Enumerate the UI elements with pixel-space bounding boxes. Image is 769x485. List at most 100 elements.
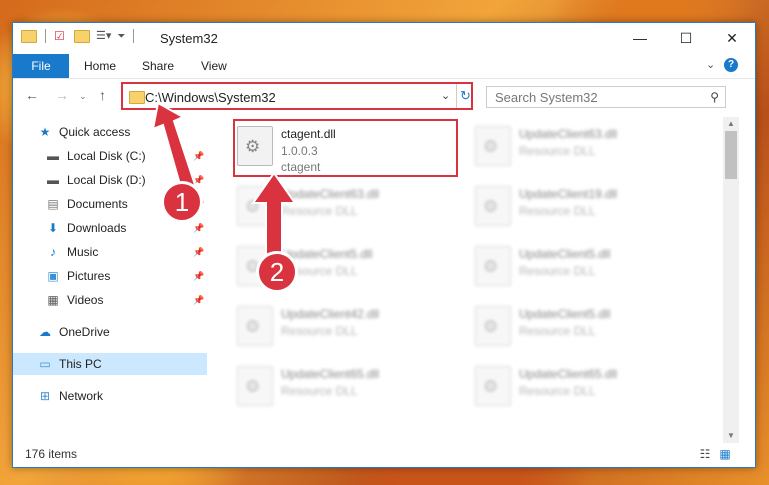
file-highlight-box (233, 119, 458, 177)
cloud-icon: ☁ (39, 325, 51, 339)
file-item[interactable]: UpdateClient5.dll Resource DLL (471, 241, 691, 293)
refresh-icon[interactable]: ↻ (456, 84, 474, 108)
ribbon-tabs: File Home Share View ⌄ ? (13, 54, 755, 79)
properties-icon[interactable]: ☑ (54, 29, 68, 43)
minimize-button[interactable]: — (617, 23, 663, 53)
window-title: System32 (160, 31, 218, 46)
sidebar-item-onedrive[interactable]: ☁ OneDrive (13, 321, 207, 343)
drive-icon: ▬ (47, 149, 59, 163)
file-item[interactable]: UpdateClient19.dll Resource DLL (471, 181, 691, 233)
back-button[interactable]: ← (25, 87, 39, 103)
file-item[interactable]: UpdateClient65.dll Resource DLL (471, 361, 691, 413)
search-input[interactable]: Search System32 ⚲ (486, 86, 726, 108)
download-icon: ⬇ (47, 221, 59, 235)
music-icon: ♪ (50, 245, 56, 259)
sidebar-item-this-pc[interactable]: ▭ This PC (13, 353, 207, 375)
sidebar-item-label: Downloads (67, 221, 127, 235)
pin-icon: 📌 (193, 294, 205, 305)
scroll-down-icon[interactable]: ▼ (723, 429, 739, 443)
file-description: Resource DLL (519, 384, 596, 398)
chevron-down-icon[interactable]: ⏷ (117, 31, 125, 42)
scroll-up-icon[interactable]: ▲ (723, 117, 739, 131)
new-folder-icon[interactable] (74, 29, 90, 43)
sidebar-item-label: Local Disk (C:) (67, 149, 146, 163)
computer-icon: ▭ (39, 357, 51, 371)
navigation-bar: ← → ⌄ ↑ C:\Windows\System32 ⌄ ↻ Search S… (13, 79, 755, 113)
callout-badge-1: 1 (161, 181, 203, 223)
documents-icon: ▤ (47, 197, 59, 211)
sidebar-item-label: Documents (67, 197, 128, 211)
chevron-down-icon[interactable]: ⌄ (441, 89, 450, 102)
videos-icon: ▦ (47, 293, 59, 307)
sidebar-item-network[interactable]: ⊞ Network (13, 385, 207, 407)
sidebar-item-label: Local Disk (D:) (67, 173, 146, 187)
file-name: UpdateClient19.dll (519, 187, 618, 201)
dll-file-icon (475, 306, 511, 346)
tab-share[interactable]: Share (142, 59, 174, 73)
dll-file-icon (475, 246, 511, 286)
scroll-thumb[interactable] (725, 131, 737, 179)
folder-icon (21, 29, 37, 43)
expand-ribbon-icon[interactable]: ⌄ (706, 58, 715, 71)
arrow-shape (251, 173, 297, 264)
file-name: UpdateClient63.dll (519, 127, 618, 141)
search-icon[interactable]: ⚲ (710, 90, 719, 104)
divider (45, 29, 46, 43)
pictures-icon: ▣ (47, 269, 59, 283)
sidebar-item-label: OneDrive (59, 325, 110, 339)
tiles-view-icon[interactable]: ▦ (717, 447, 733, 461)
tab-home[interactable]: Home (84, 59, 116, 73)
sidebar-item-label: Network (59, 389, 104, 403)
file-name: UpdateClient65.dll (281, 367, 380, 381)
maximize-button[interactable]: ☐ (663, 23, 709, 53)
file-name: UpdateClient65.dll (519, 367, 618, 381)
vertical-scrollbar[interactable]: ▲ ▼ (723, 117, 739, 443)
sidebar-item-label: Quick access (59, 125, 131, 139)
customize-toolbar-icon[interactable]: ☰▾ (96, 29, 111, 43)
sidebar-item-music[interactable]: ♪ Music 📌 (13, 241, 207, 263)
dll-file-icon (475, 366, 511, 406)
sidebar-item-pictures[interactable]: ▣ Pictures 📌 (13, 265, 207, 287)
sidebar-item-label: Music (67, 245, 99, 259)
pin-icon: 📌 (193, 270, 205, 281)
up-button[interactable]: ↑ (99, 87, 106, 103)
file-description: Resource DLL (519, 144, 596, 158)
pin-icon: 📌 (193, 222, 205, 233)
item-count: 176 items (25, 447, 78, 461)
quick-access-toolbar: ☑ ☰▾ ⏷ (21, 29, 136, 43)
network-icon: ⊞ (39, 389, 51, 403)
star-icon: ★ (39, 125, 51, 139)
dll-file-icon (237, 366, 273, 406)
file-description: Resource DLL (519, 324, 596, 338)
explorer-window: ☑ ☰▾ ⏷ System32 — ☐ ✕ File Home Share Vi… (12, 22, 756, 468)
sidebar-item-videos[interactable]: ▦ Videos 📌 (13, 289, 207, 311)
file-description: Resource DLL (281, 384, 358, 398)
tab-file[interactable]: File (13, 54, 69, 78)
sidebar-item-label: This PC (59, 357, 102, 371)
pin-icon: 📌 (193, 246, 205, 257)
title-bar: ☑ ☰▾ ⏷ System32 — ☐ ✕ (13, 23, 755, 53)
file-item[interactable]: UpdateClient5.dll Resource DLL (471, 301, 691, 353)
sidebar-item-label: Pictures (67, 269, 111, 283)
recent-locations-icon[interactable]: ⌄ (79, 91, 87, 102)
file-name: UpdateClient5.dll (519, 247, 611, 261)
close-button[interactable]: ✕ (709, 23, 755, 53)
callout-badge-2: 2 (256, 251, 298, 293)
drive-icon: ▬ (47, 173, 59, 187)
help-icon[interactable]: ? (724, 58, 738, 72)
file-name: UpdateClient5.dll (519, 307, 611, 321)
tab-view[interactable]: View (201, 59, 227, 73)
file-item[interactable]: UpdateClient65.dll Resource DLL (233, 361, 453, 413)
dll-file-icon (237, 306, 273, 346)
file-description: Resource DLL (519, 264, 596, 278)
divider (133, 29, 135, 43)
file-item[interactable]: UpdateClient63.dll Resource DLL (471, 121, 691, 173)
sidebar-item-label: Videos (67, 293, 104, 307)
status-bar: 176 items ☷ ▦ (13, 443, 755, 467)
dll-file-icon (475, 186, 511, 226)
forward-button[interactable]: → (55, 87, 69, 103)
file-item[interactable]: UpdateClient42.dll Resource DLL (233, 301, 453, 353)
details-view-icon[interactable]: ☷ (697, 447, 713, 461)
file-description: Resource DLL (519, 204, 596, 218)
dll-file-icon (475, 126, 511, 166)
